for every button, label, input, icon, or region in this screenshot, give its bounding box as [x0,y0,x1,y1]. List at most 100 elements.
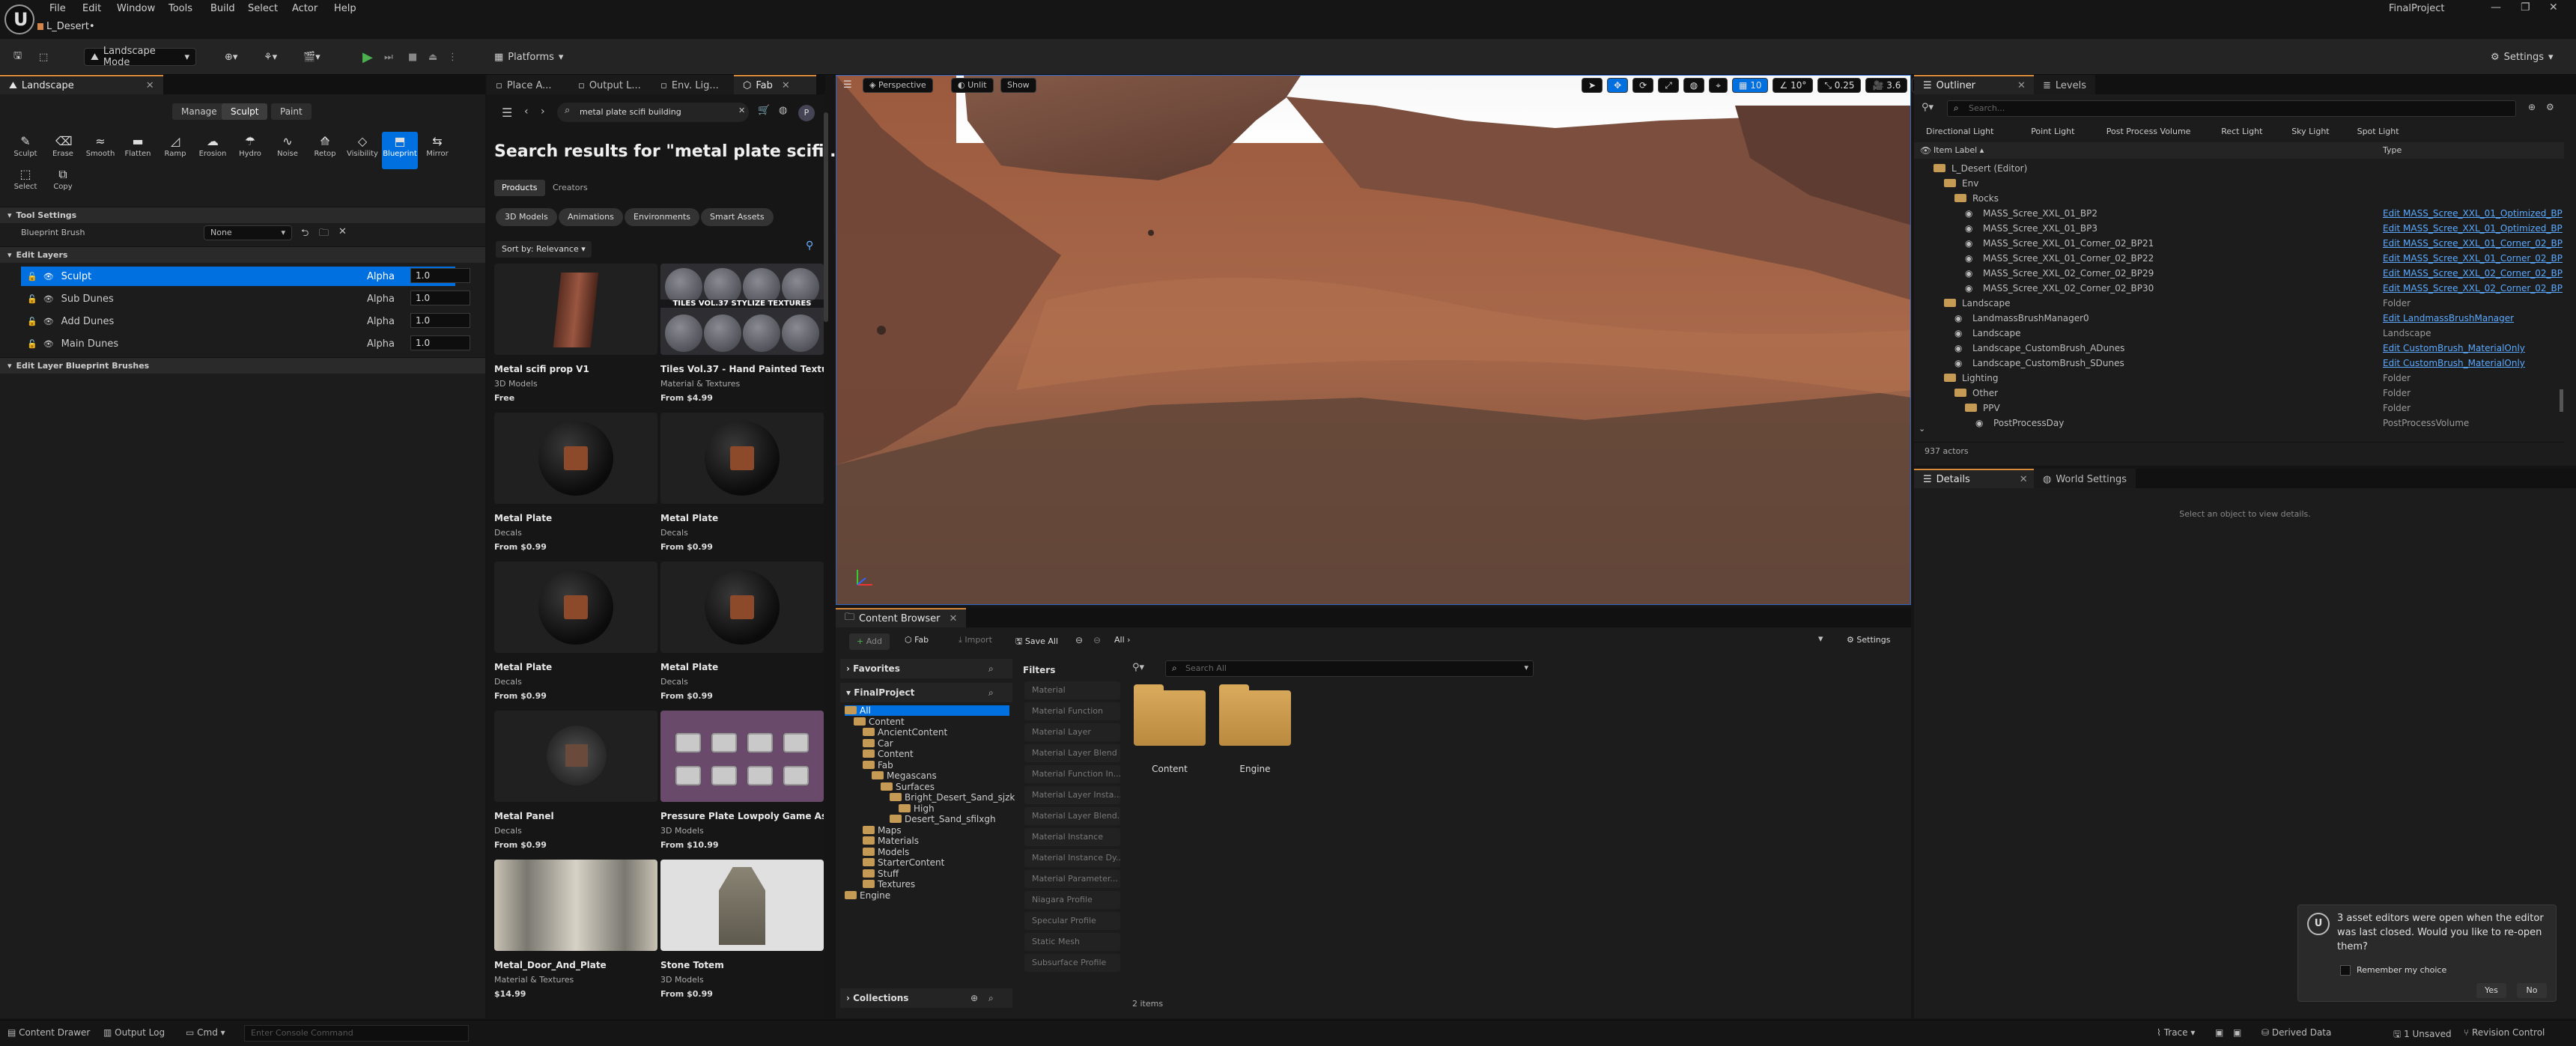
revision-control-button[interactable]: ⑂ Revision Control [2464,1027,2545,1038]
eye-icon[interactable]: 👁 [43,272,54,282]
cmd-dropdown[interactable]: ▭ Cmd ▾ [186,1027,225,1038]
tool-settings-header[interactable]: Tool Settings [0,207,485,223]
menu-tools[interactable]: Tools [168,3,192,14]
filter-item[interactable]: Material Layer Insta... [1024,786,1120,804]
add-collection-icon[interactable]: ⊕ [970,993,978,1003]
filter-environments[interactable]: Environments [625,208,699,226]
menu-actor[interactable]: Actor [292,3,318,14]
blueprint-menu-icon[interactable]: ⚘▾ [264,48,277,66]
layer-row[interactable]: 🔓 👁 Sub Dunes Alpha 1.0 [21,289,470,308]
platforms-button[interactable]: ▦ Platforms ▾ [494,48,563,66]
search-favorites-icon[interactable]: ⌕ [988,663,994,675]
clear-icon[interactable]: ✕ [338,226,347,237]
filter-smart-assets[interactable]: Smart Assets [701,208,774,226]
fab-asset-card[interactable]: Metal Plate Decals From $0.99 [494,413,657,552]
outliner-row[interactable]: ◉ MASS_Scree_XXL_02_Corner_02_BP30 Edit MA… [1919,282,2563,297]
filter-icon[interactable]: ⚲▾ [1922,102,1933,113]
eject-icon[interactable]: ⏏ [428,48,437,66]
tool-erosion[interactable]: ☁ Erosion [195,132,231,169]
content-drawer-button[interactable]: ▤ Content Drawer [7,1027,90,1038]
add-actor-icon[interactable]: ⊕▾ [225,48,237,66]
tool-ramp[interactable]: ◿ Ramp [157,132,193,169]
outliner-row[interactable]: ◉ MASS_Scree_XXL_01_BP3 Edit MASS_Scree_XX… [1919,222,2563,237]
close-tab-icon[interactable]: ✕ [950,613,958,624]
eye-icon[interactable]: 👁 [1920,145,1931,156]
filter-item[interactable]: Material Instance Dy... [1024,849,1120,867]
surface-snap-icon[interactable]: ⌖ [1709,78,1728,93]
outliner-item-type[interactable]: Edit MASS_Scree_XXL_01_Optimized_BP [2383,223,2563,234]
level-tab[interactable]: L_Desert• [37,21,95,32]
filter-item[interactable]: Static Mesh [1024,933,1120,951]
blueprint-brush-select[interactable]: None ▾ [204,225,292,240]
forward-icon[interactable]: › [541,106,545,118]
maximize-icon[interactable]: ❐ [2521,1,2530,13]
outliner-item-type[interactable]: Edit LandmassBrushManager [2383,313,2514,323]
filter-item[interactable]: Material Function [1024,702,1120,720]
fab-asset-card[interactable]: TILES VOL.37 STYLIZE TEXTURES Tiles Vol.3… [660,264,824,403]
browse-asset-icon[interactable]: 🗀 [319,226,329,243]
step-icon[interactable]: ⏭ [384,48,393,66]
use-selected-icon[interactable]: ⮌ [301,226,309,243]
viewport-menu-icon[interactable]: ☰ [843,79,852,91]
edit-layer-bp-header[interactable]: Edit Layer Blueprint Brushes [0,357,485,374]
outliner-item-type[interactable]: Edit CustomBrush_MaterialOnly [2383,358,2525,368]
close-tab-icon[interactable]: ✕ [146,80,154,91]
tab-outliner[interactable]: ☰ Outliner ✕ [1914,75,2034,94]
outliner-row[interactable]: L_Desert (Editor) [1919,162,2555,177]
lit-mode-button[interactable]: ◐ Unlit [951,78,994,93]
layer-alpha-input[interactable]: 1.0 [410,291,470,305]
outliner-add-icon[interactable]: ⊕ [2528,102,2536,112]
folder-engine-label[interactable]: Engine [1219,764,1291,774]
outliner-row[interactable]: ◉ Landscape_CustomBrush_ADunes Edit Custom… [1919,341,2555,356]
play-options-icon[interactable]: ⋮ [448,48,458,66]
eye-icon[interactable]: 👁 [43,339,54,349]
fab-search-input[interactable]: metal plate scifi building [557,103,749,122]
output-log-button[interactable]: ▥ Output Log [103,1027,165,1038]
light-filter-button[interactable]: Rect Light [2221,124,2262,139]
sort-dropdown[interactable]: Sort by: Relevance ▾ [496,241,592,258]
tool-copy[interactable]: ⧉ Copy [45,165,81,202]
fab-tab[interactable]: ▫ Place A... [487,75,569,94]
tool-visibility[interactable]: ◇ Visibility [344,132,380,169]
filter-animations[interactable]: Animations [559,208,623,226]
outliner-row[interactable]: Lighting Folder [1919,371,2555,386]
filter-item[interactable]: Material Layer Blend... [1024,807,1120,825]
tree-folder[interactable]: Content [863,749,914,759]
outliner-row[interactable]: Env [1919,177,2555,192]
show-button[interactable]: Show [1000,78,1036,93]
fab-asset-card[interactable]: Metal Plate Decals From $0.99 [494,562,657,701]
outliner-row[interactable]: ◉ LandmassBrushManager0 Edit LandmassBrush… [1919,311,2555,326]
play-icon[interactable]: ▶ [362,48,373,66]
yes-button[interactable]: Yes [2476,983,2506,998]
outliner-row[interactable]: Other Folder [1919,386,2555,401]
tree-folder[interactable]: Bright_Desert_Sand_sjzk [890,792,1015,803]
path-breadcrumb[interactable]: All › [1114,635,1131,645]
scale-icon[interactable]: ⤢ [1658,78,1679,93]
tree-folder[interactable]: Desert_Sand_sfilxgh [890,814,996,824]
perspective-button[interactable]: ◈ Perspective [863,78,933,93]
tool-noise[interactable]: ∿ Noise [270,132,306,169]
tree-folder[interactable]: Models [863,847,909,857]
breadcrumb-all[interactable]: All [1114,635,1125,645]
filter-item[interactable]: Material [1024,681,1120,699]
tree-folder[interactable]: Fab [863,760,893,770]
tree-folder[interactable]: Engine [845,890,890,901]
close-tab-icon[interactable]: ✕ [782,80,790,91]
remember-checkbox[interactable] [2340,965,2351,976]
fab-asset-card[interactable]: Metal Plate Decals From $0.99 [660,562,824,701]
filter-3d-models[interactable]: 3D Models [496,208,557,226]
outliner-row[interactable]: ◉ PostProcessDay PostProcessVolume [1919,416,2555,431]
tool-smooth[interactable]: ≈ Smooth [82,132,118,169]
eye-icon[interactable]: 👁 [43,294,54,304]
menu-build[interactable]: Build [210,3,235,14]
console-input[interactable]: Enter Console Command [244,1025,469,1042]
outliner-row[interactable]: ◉ MASS_Scree_XXL_01_Corner_02_BP22 Edit MA… [1919,252,2563,267]
filter-item[interactable]: Material Layer [1024,723,1120,741]
browse-icon[interactable]: ⬚ [39,48,48,66]
filter-item[interactable]: Niagara Profile [1024,891,1120,909]
mode-sculpt[interactable]: Sculpt [222,103,268,120]
tree-folder[interactable]: Car [863,738,893,749]
translate-icon[interactable]: ✥ [1607,78,1629,93]
avatar[interactable]: P [798,105,815,121]
outliner-item-type[interactable]: Edit MASS_Scree_XXL_01_Optimized_BP [2383,208,2563,219]
